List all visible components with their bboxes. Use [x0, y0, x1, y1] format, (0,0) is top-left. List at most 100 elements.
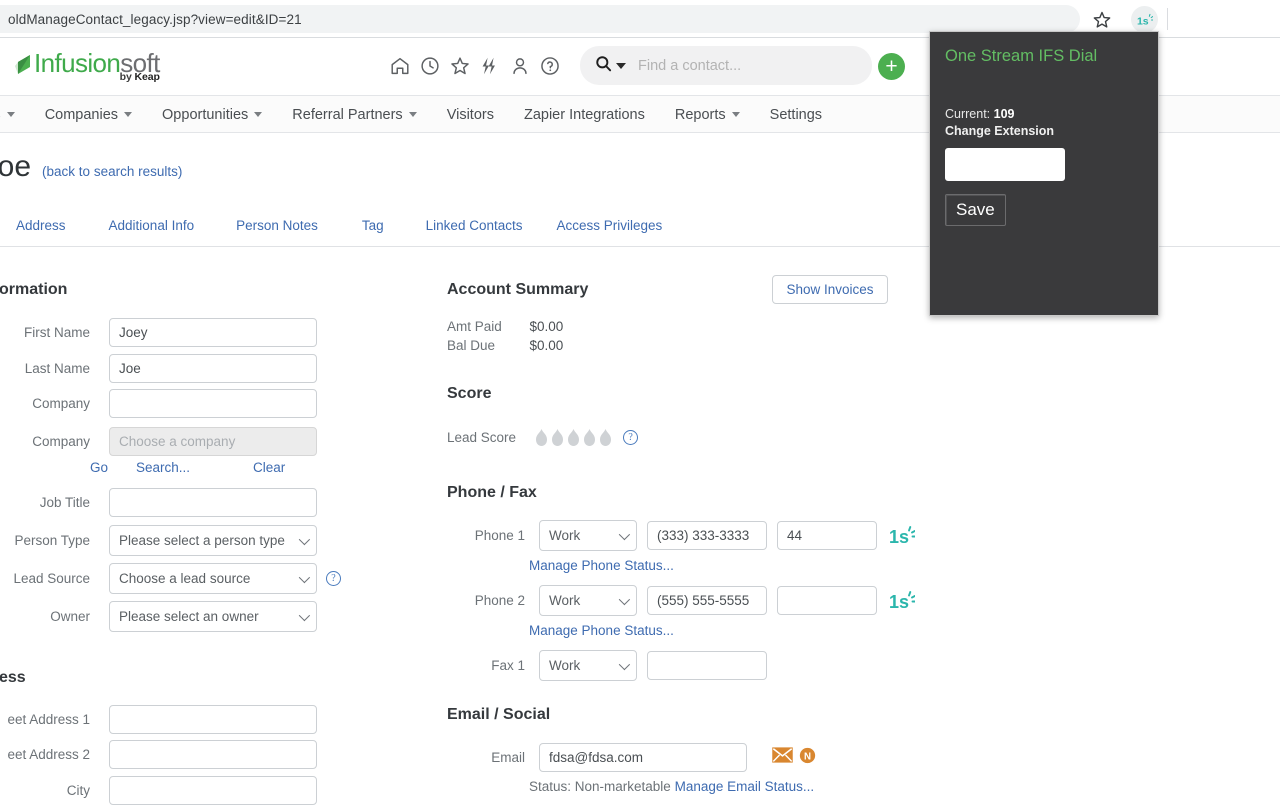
tab-linked-contacts[interactable]: Linked Contacts: [426, 218, 523, 233]
company-input[interactable]: [109, 389, 317, 418]
nav-item-referral-partners[interactable]: Referral Partners: [292, 107, 417, 123]
city-input[interactable]: [109, 776, 317, 805]
back-to-search-results-link[interactable]: (back to search results): [42, 164, 182, 179]
fax-1-type-select[interactable]: Work: [539, 650, 637, 681]
account-summary-heading: Account Summary: [447, 281, 589, 298]
company-picker-input[interactable]: [109, 427, 317, 456]
owner-value: Please select an owner: [119, 609, 259, 624]
nav-item-visitors[interactable]: Visitors: [447, 107, 494, 123]
field-phone-2: Phone 2 Work 1s: [380, 585, 916, 616]
field-label: Owner: [50, 609, 90, 624]
field-label: City: [66, 783, 90, 798]
onestream-dial-icon[interactable]: 1s: [889, 524, 916, 548]
summary-row-amt-paid: Amt Paid $0.00: [447, 318, 563, 336]
email-input[interactable]: [539, 743, 747, 772]
nav-item-settings[interactable]: Settings: [770, 107, 822, 123]
popup-save-button[interactable]: Save: [945, 194, 1006, 226]
page-title: loe: [0, 150, 32, 183]
nav-item-contacts[interactable]: ntacts: [0, 107, 15, 123]
search-scope-caret-icon[interactable]: [616, 62, 626, 69]
nav-item-label: Companies: [44, 106, 119, 123]
phone-1-number-input[interactable]: [647, 521, 767, 550]
tab-access-privileges[interactable]: Access Privileges: [556, 218, 662, 233]
person-icon[interactable]: [509, 55, 531, 77]
bookmark-star-icon[interactable]: [1092, 10, 1112, 30]
add-new-button[interactable]: +: [878, 53, 905, 80]
onestream-dial-icon: 1s: [1136, 12, 1154, 27]
company-go-link[interactable]: Go: [90, 460, 108, 475]
nav-item-reports[interactable]: Reports: [675, 107, 740, 123]
non-marketable-n-icon[interactable]: N: [799, 747, 816, 769]
lead-score-flame-icon[interactable]: [534, 428, 549, 447]
campaign-builder-icon[interactable]: [478, 55, 500, 77]
show-invoices-button[interactable]: Show Invoices: [772, 275, 888, 304]
svg-text:1s: 1s: [889, 527, 909, 547]
lead-score-help-icon[interactable]: ?: [623, 430, 639, 445]
field-phone-1: Phone 1 Work 1s: [380, 520, 916, 551]
fax-1-number-input[interactable]: [647, 651, 767, 680]
help-circle-icon[interactable]: [539, 55, 561, 77]
phone-2-ext-input[interactable]: [777, 586, 877, 615]
search-input[interactable]: [636, 56, 846, 75]
phone-2-type-select[interactable]: Work: [539, 585, 637, 616]
phone-2-manage-status-link[interactable]: Manage Phone Status...: [529, 623, 674, 638]
popup-extension-input[interactable]: [945, 148, 1065, 181]
nav-item-zapier-integrations[interactable]: Zapier Integrations: [524, 107, 645, 123]
lead-score-flames[interactable]: [534, 428, 613, 447]
lead-score-flame-icon[interactable]: [550, 428, 565, 447]
lead-score-flame-icon[interactable]: [598, 428, 613, 447]
lead-score-label: Lead Score: [447, 430, 517, 445]
address-bar-url: oldManageContact_legacy.jsp?view=edit&ID…: [8, 11, 302, 27]
phone-1-manage-status-link[interactable]: Manage Phone Status...: [529, 558, 674, 573]
field-label: Company: [32, 434, 90, 449]
first-name-input[interactable]: [109, 318, 317, 347]
nav-item-opportunities[interactable]: Opportunities: [162, 107, 263, 123]
field-first-name: First Name: [0, 318, 317, 347]
summary-value: $0.00: [529, 338, 564, 353]
field-label: eet Address 1: [7, 712, 90, 727]
phone-2-type-value: Work: [549, 593, 581, 608]
favorites-star-icon[interactable]: [449, 55, 471, 77]
field-company-picker: Company: [0, 427, 317, 456]
phone-1-type-select[interactable]: Work: [539, 520, 637, 551]
company-search-link[interactable]: Search...: [136, 460, 190, 475]
svg-text:N: N: [804, 751, 811, 762]
lead-score-flame-icon[interactable]: [566, 428, 581, 447]
tab-person-notes[interactable]: Person Notes: [236, 218, 318, 233]
field-lead-source: Lead Source Choose a lead source ?: [0, 563, 341, 594]
tab-address[interactable]: Address: [16, 218, 66, 233]
tab-tag[interactable]: Tag: [362, 218, 384, 233]
field-label: Phone 2: [474, 593, 525, 608]
nav-item-companies[interactable]: Companies: [44, 106, 133, 123]
phone-2-number-input[interactable]: [647, 586, 767, 615]
street-address-1-input[interactable]: [109, 705, 317, 734]
person-type-select[interactable]: Please select a person type: [109, 525, 317, 556]
phone-1-ext-input[interactable]: [777, 521, 877, 550]
lead-score-flame-icon[interactable]: [582, 428, 597, 447]
onestream-extension-icon[interactable]: 1s: [1131, 6, 1158, 33]
job-title-input[interactable]: [109, 488, 317, 517]
field-label: Lead Source: [13, 571, 90, 586]
infusionsoft-logo[interactable]: Infusionsoft by Keap: [14, 50, 160, 82]
onestream-dial-icon[interactable]: 1s: [889, 589, 916, 613]
address-bar[interactable]: oldManageContact_legacy.jsp?view=edit&ID…: [0, 5, 1080, 33]
lead-score-row: Lead Score ?: [447, 428, 639, 447]
tab-additional-info[interactable]: Additional Info: [109, 218, 195, 233]
contact-search-box[interactable]: [580, 46, 872, 85]
field-label: eet Address 2: [7, 747, 90, 762]
popup-current-value: 109: [993, 107, 1015, 121]
popup-current-extension: Current: 109: [945, 107, 1015, 121]
owner-select[interactable]: Please select an owner: [109, 601, 317, 632]
last-name-input[interactable]: [109, 354, 317, 383]
chevron-down-icon: [618, 528, 631, 541]
lead-source-select[interactable]: Choose a lead source: [109, 563, 317, 594]
history-clock-icon[interactable]: [419, 55, 441, 77]
email-actions: N: [772, 747, 816, 769]
street-address-2-input[interactable]: [109, 740, 317, 769]
email-envelope-icon[interactable]: [772, 747, 793, 768]
company-clear-link[interactable]: Clear: [253, 460, 285, 475]
lead-source-help-icon[interactable]: ?: [326, 571, 341, 586]
phone-fax-heading: Phone / Fax: [447, 484, 537, 501]
home-icon[interactable]: [389, 55, 411, 77]
manage-email-status-link[interactable]: Manage Email Status...: [675, 779, 815, 794]
